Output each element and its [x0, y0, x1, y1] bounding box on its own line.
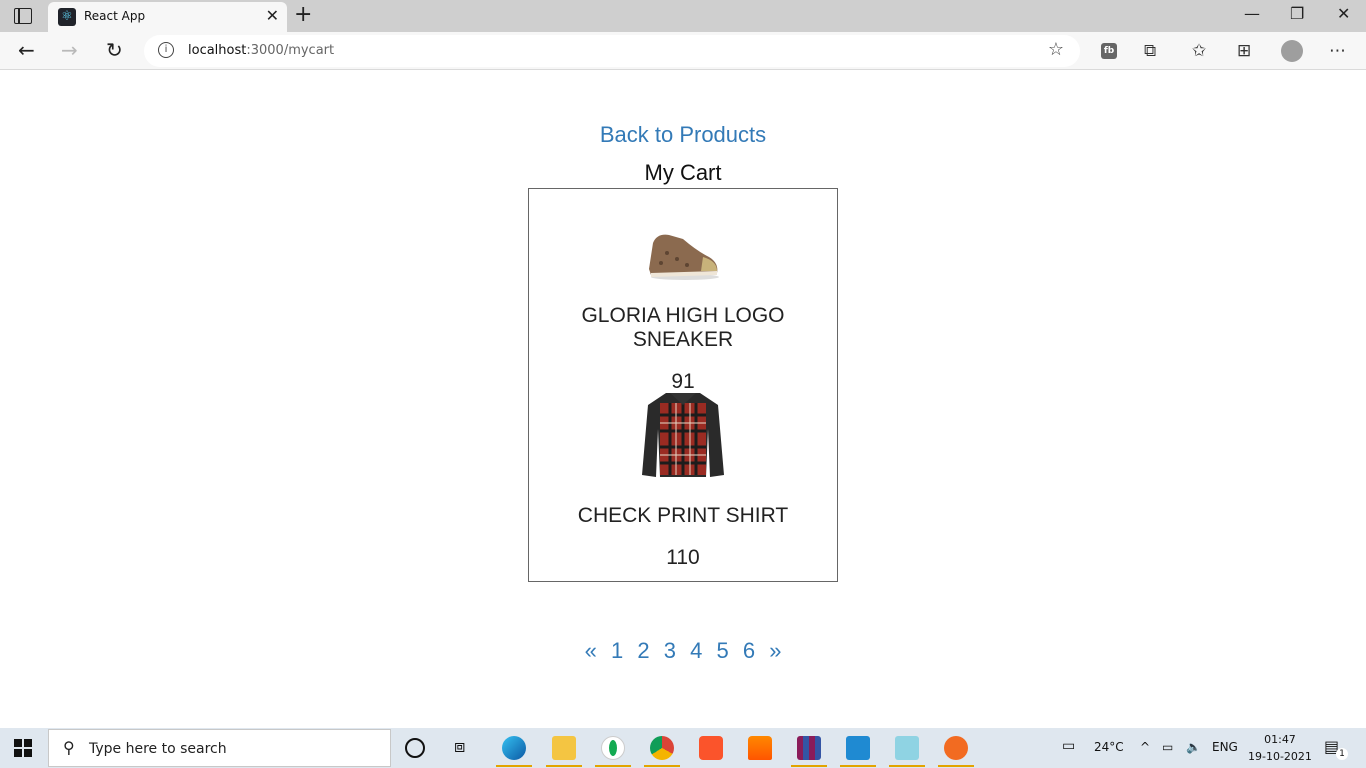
- page-content: Back to Products My Cart GLORIA HIGH LOG…: [0, 70, 1366, 728]
- tray-chevron-icon[interactable]: ^: [1140, 740, 1150, 754]
- react-favicon-icon: ⚛: [58, 8, 76, 26]
- item-price: 110: [666, 546, 700, 569]
- cart-item: GLORIA HIGH LOGO SNEAKER 91: [529, 217, 837, 394]
- edge-icon[interactable]: [502, 736, 526, 760]
- extensions-puzzle-icon[interactable]: ⧉: [1144, 41, 1156, 61]
- cart-item: CHECK PRINT SHIRT 110: [529, 389, 837, 570]
- weather-text[interactable]: 24°C: [1094, 740, 1124, 754]
- address-bar[interactable]: i localhost:3000/mycart ☆: [144, 35, 1080, 67]
- app-active-indicator: [889, 765, 925, 767]
- clock-time: 01:47: [1264, 733, 1296, 746]
- browser-tab[interactable]: ⚛ React App ✕: [48, 2, 287, 32]
- profile-avatar[interactable]: [1281, 40, 1303, 62]
- new-tab-icon[interactable]: +: [294, 2, 312, 27]
- postman-active-indicator: [938, 765, 974, 767]
- task-view-icon[interactable]: ⧈: [454, 736, 465, 757]
- pagination-page-1[interactable]: 1: [611, 638, 623, 663]
- volume-icon[interactable]: 🔈: [1186, 740, 1201, 754]
- reload-icon[interactable]: ↻: [106, 38, 123, 62]
- pagination: « 1 2 3 4 5 6 »: [0, 638, 1366, 664]
- weather-icon[interactable]: ▭: [1062, 738, 1075, 754]
- brave-icon[interactable]: [699, 736, 723, 760]
- pagination-page-5[interactable]: 5: [716, 638, 728, 663]
- pagination-prev[interactable]: «: [585, 638, 597, 663]
- tab-close-icon[interactable]: ✕: [266, 6, 279, 25]
- vscode-active-indicator: [840, 765, 876, 767]
- tab-actions-icon[interactable]: [14, 8, 32, 24]
- shirt-image: [642, 393, 724, 477]
- minimize-icon[interactable]: —: [1244, 4, 1260, 23]
- forward-arrow-icon[interactable]: →: [61, 38, 78, 62]
- chrome-active-indicator: [644, 765, 680, 767]
- restore-icon[interactable]: ❐: [1290, 4, 1304, 23]
- back-to-products-link[interactable]: Back to Products: [0, 122, 1366, 148]
- collections-icon[interactable]: ⊞: [1237, 41, 1251, 61]
- explorer-active-indicator: [546, 765, 582, 767]
- winrar-active-indicator: [791, 765, 827, 767]
- browser-toolbar: ← → ↻ i localhost:3000/mycart ☆ fb ⧉ ✩ ⊞…: [0, 32, 1366, 70]
- cortana-icon[interactable]: [405, 738, 425, 758]
- windows-taskbar: ⚲ Type here to search ⧈ ▭ 24°C ^ ▭ 🔈 ENG…: [0, 728, 1366, 768]
- pagination-page-6[interactable]: 6: [743, 638, 755, 663]
- site-info-icon[interactable]: i: [158, 42, 174, 58]
- app-icon[interactable]: [895, 736, 919, 760]
- mongodb-compass-icon[interactable]: [601, 736, 625, 760]
- notification-count-badge: 1: [1336, 748, 1348, 760]
- back-arrow-icon[interactable]: ←: [18, 38, 35, 62]
- search-icon: ⚲: [63, 738, 75, 757]
- window-close-icon[interactable]: ✕: [1337, 4, 1350, 23]
- search-placeholder: Type here to search: [89, 741, 227, 757]
- clock-date: 19-10-2021: [1248, 750, 1312, 763]
- item-name: GLORIA HIGH LOGO SNEAKER: [581, 304, 785, 351]
- language-indicator[interactable]: ENG: [1212, 740, 1238, 754]
- edge-active-indicator: [496, 765, 532, 767]
- pagination-page-3[interactable]: 3: [664, 638, 676, 663]
- pagination-page-2[interactable]: 2: [637, 638, 649, 663]
- add-favorite-icon[interactable]: ☆: [1048, 39, 1064, 60]
- more-menu-icon[interactable]: ⋯: [1329, 41, 1346, 61]
- cart-title: My Cart: [644, 160, 722, 185]
- file-explorer-icon[interactable]: [552, 736, 576, 760]
- chrome-icon[interactable]: [650, 736, 674, 760]
- tab-title: React App: [84, 9, 146, 23]
- windows-start-icon[interactable]: [14, 739, 32, 757]
- mongodb-active-indicator: [595, 765, 631, 767]
- postman-icon[interactable]: [944, 736, 968, 760]
- taskbar-search[interactable]: ⚲ Type here to search: [48, 729, 391, 767]
- pagination-page-4[interactable]: 4: [690, 638, 702, 663]
- sneaker-image: [649, 234, 719, 280]
- winrar-icon[interactable]: [797, 736, 821, 760]
- pagination-next[interactable]: »: [769, 638, 781, 663]
- extension-fb-icon[interactable]: fb: [1101, 43, 1117, 59]
- browser-titlebar: ⚛ React App ✕ + — ❐ ✕: [0, 0, 1366, 32]
- vlc-icon[interactable]: [748, 736, 772, 760]
- favorites-icon[interactable]: ✩: [1192, 41, 1206, 61]
- taskbar-clock[interactable]: 01:47 19-10-2021: [1248, 731, 1312, 765]
- vscode-icon[interactable]: [846, 736, 870, 760]
- url-text[interactable]: localhost:3000/mycart: [188, 43, 334, 58]
- battery-icon[interactable]: ▭: [1162, 740, 1173, 754]
- item-name: CHECK PRINT SHIRT: [577, 504, 789, 527]
- cart-container: GLORIA HIGH LOGO SNEAKER 91 CHECK PRINT …: [528, 188, 838, 582]
